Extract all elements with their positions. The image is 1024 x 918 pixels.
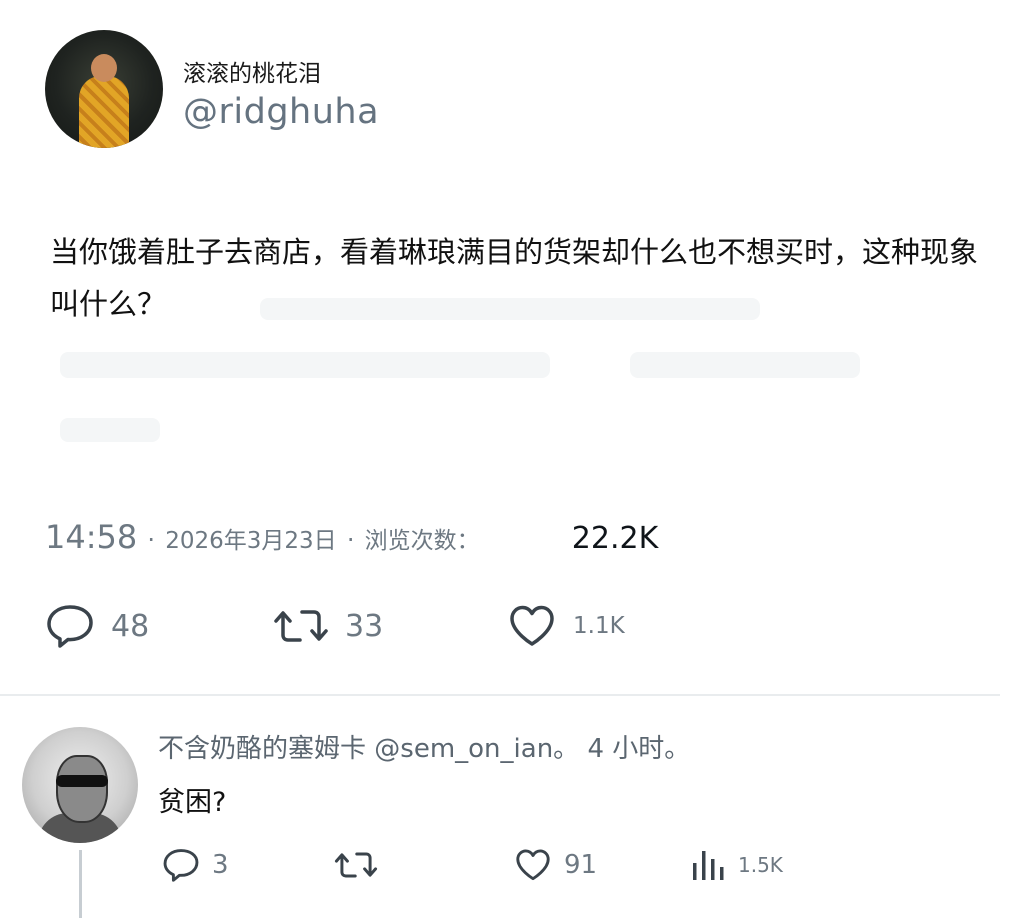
author-handle[interactable]: @ridghuha (183, 92, 379, 132)
reply-views-count: 1.5K (738, 853, 783, 877)
tweet-time: 14:58 (45, 518, 138, 556)
reply-punct: 。 (553, 734, 580, 764)
meta-separator: · (147, 526, 156, 554)
thread-line (79, 850, 82, 918)
like-button[interactable]: 1.1K (507, 598, 625, 654)
reply-icon (162, 847, 200, 883)
blurred-region (60, 352, 550, 378)
avatar-face (56, 755, 108, 823)
heart-icon (507, 603, 557, 649)
reply-reply-count: 3 (212, 850, 229, 880)
blurred-region (60, 418, 160, 442)
reply-like-count: 91 (564, 850, 598, 880)
retweet-count: 33 (345, 608, 384, 644)
author-display-name[interactable]: 滚滚的桃花泪 (183, 54, 321, 88)
retweet-icon (273, 603, 329, 649)
like-count: 1.1K (573, 613, 625, 639)
reply-retweet-button[interactable] (334, 840, 390, 890)
meta-separator: · (346, 526, 355, 554)
reply-time[interactable]: 4 小时 (587, 734, 664, 764)
blurred-region (630, 352, 860, 378)
tweet-date[interactable]: 2026年3月23日 (165, 528, 336, 554)
analytics-icon (690, 847, 726, 883)
avatar-head (91, 54, 117, 82)
views-label: 浏览次数： (364, 528, 480, 554)
author-avatar[interactable] (45, 30, 163, 148)
retweet-button[interactable]: 33 (273, 598, 383, 654)
retweet-icon (334, 847, 378, 883)
reply-views-button[interactable]: 1.5K (690, 840, 783, 890)
tweet-meta: 14:58 · 2026年3月23日 · 浏览次数： 22.2K (45, 518, 658, 556)
reply-display-name[interactable]: 不含奶酪的塞姆卡 (158, 734, 366, 764)
reply-handle[interactable]: @sem_on_ian (374, 734, 553, 764)
reply-icon (45, 603, 95, 649)
reply-button[interactable]: 48 (45, 598, 149, 654)
reply-text: 贫困? (158, 787, 227, 818)
reply-header: 不含奶酪的塞姆卡 @sem_on_ian。 4 小时。 (158, 728, 690, 765)
avatar-glasses (56, 775, 108, 787)
reply-count: 48 (111, 608, 150, 644)
reply-like-button[interactable]: 91 (514, 840, 597, 890)
blurred-region (260, 298, 760, 320)
section-divider (0, 694, 1000, 696)
reply-author-avatar[interactable] (22, 727, 138, 843)
avatar-figure (79, 76, 129, 148)
heart-icon (514, 847, 552, 883)
views-count: 22.2K (571, 521, 659, 556)
reply-reply-button[interactable]: 3 (162, 840, 229, 890)
reply-punct: 。 (664, 734, 691, 764)
